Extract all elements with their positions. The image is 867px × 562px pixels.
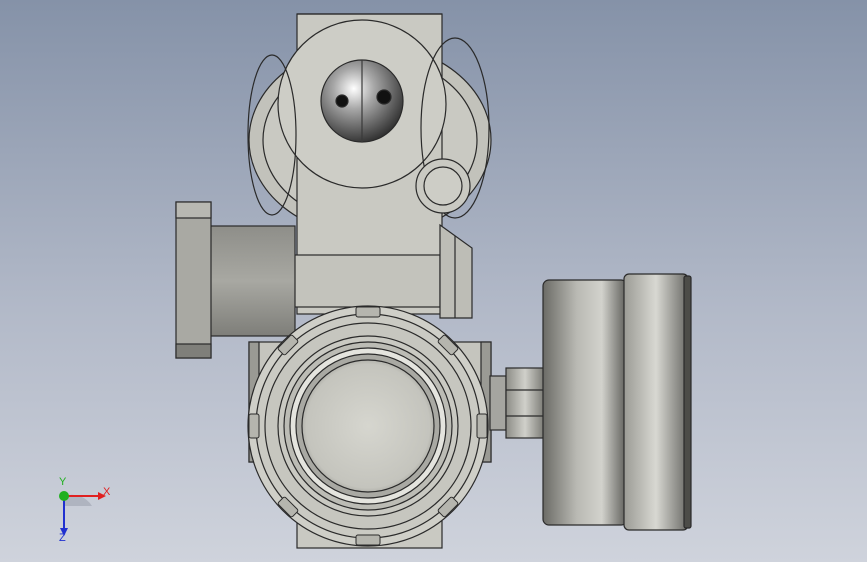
side-boss-inner bbox=[423, 166, 463, 206]
left-flange bbox=[175, 201, 212, 359]
y-axis-dot bbox=[59, 491, 69, 501]
gauge-stem bbox=[489, 375, 507, 431]
housing-wedge bbox=[439, 223, 473, 319]
x-axis-label: X bbox=[103, 486, 111, 498]
gauge-nut bbox=[505, 367, 545, 439]
graphics-viewport[interactable]: X Y Z bbox=[0, 0, 867, 562]
left-stub bbox=[209, 225, 296, 337]
gauge-rim bbox=[623, 273, 689, 531]
ball-hole-right bbox=[376, 89, 392, 105]
orientation-triad[interactable]: X Y Z bbox=[48, 476, 112, 546]
y-axis-label: Y bbox=[59, 476, 67, 488]
gauge-body bbox=[542, 279, 628, 526]
ball-hole-left bbox=[335, 94, 349, 108]
gauge-face-edge bbox=[683, 275, 692, 529]
lens bbox=[301, 359, 435, 493]
z-axis-label: Z bbox=[59, 532, 66, 544]
cad-model[interactable] bbox=[0, 0, 867, 562]
housing-band bbox=[292, 254, 441, 308]
